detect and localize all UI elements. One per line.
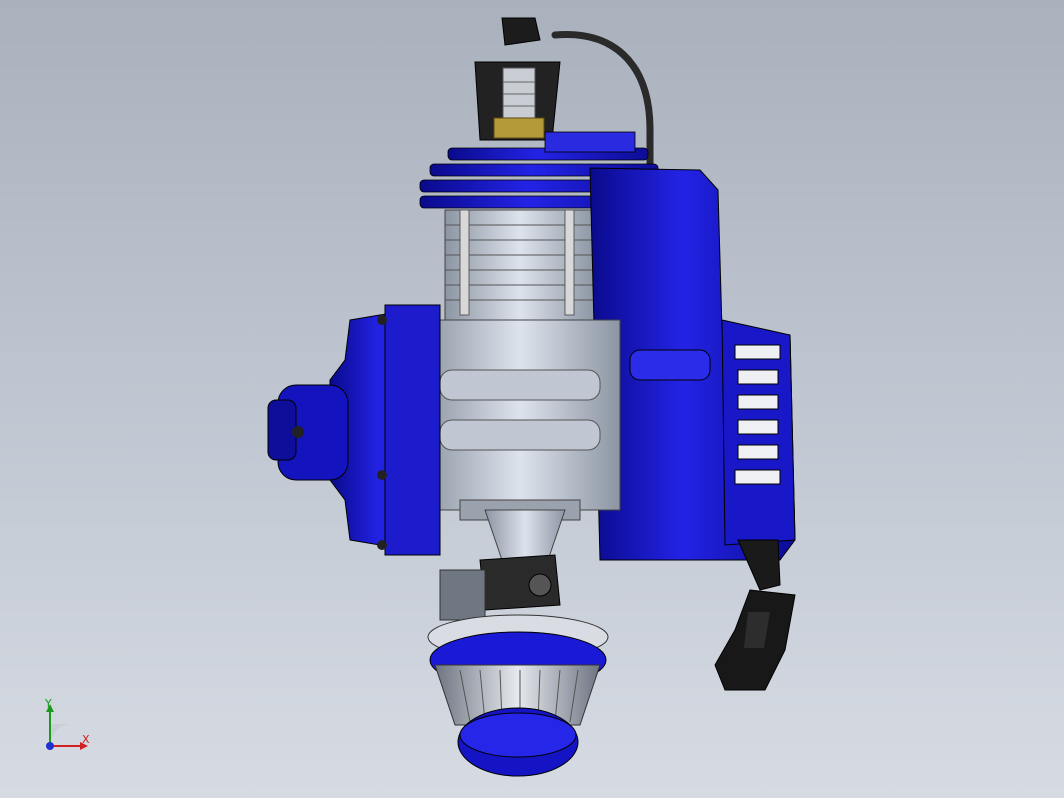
triad-x-label: X	[82, 733, 90, 746]
carburetor	[439, 509, 566, 621]
graphics-viewport[interactable]: X Y	[0, 0, 1064, 798]
axis-triad: X Y	[36, 696, 106, 766]
spark-plug-cap	[474, 17, 561, 141]
cylinder-barrel	[444, 209, 596, 326]
pull-start-handle	[714, 539, 796, 691]
starter-cover	[589, 167, 796, 561]
crankcase	[419, 319, 621, 521]
triad-y-label: Y	[45, 697, 52, 710]
clutch-housing	[267, 304, 441, 556]
air-filter	[427, 614, 609, 777]
engine-model[interactable]	[0, 0, 1064, 798]
